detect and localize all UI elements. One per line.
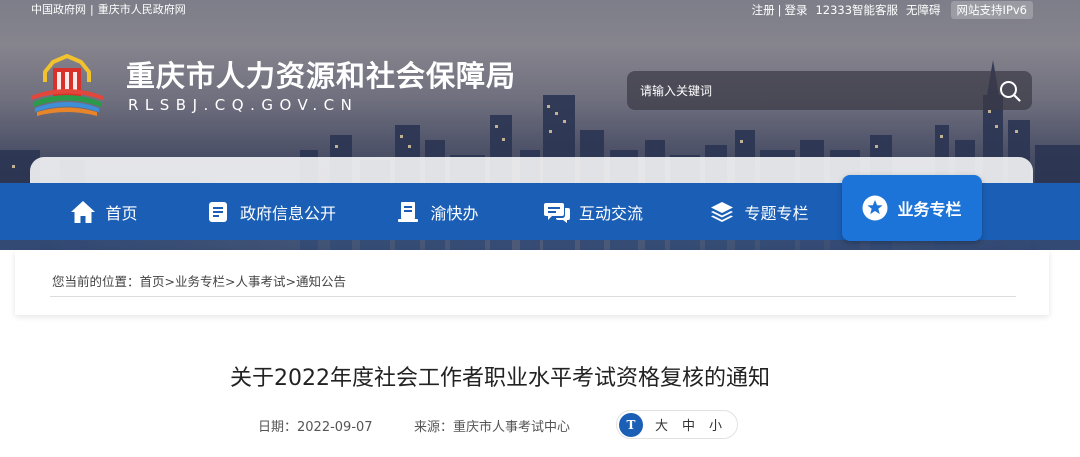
nav-label: 政府信息公开	[239, 203, 336, 223]
layers-icon	[709, 199, 735, 225]
nav-item-home[interactable]: 首页	[30, 183, 178, 240]
register-link[interactable]: 注册	[752, 1, 775, 19]
nav-label: 业务专栏	[897, 200, 962, 219]
search-button[interactable]	[988, 71, 1032, 110]
chat-icon	[543, 199, 570, 225]
star-icon	[862, 195, 888, 221]
font-size-small[interactable]: 小	[709, 415, 722, 434]
site-name: 重庆市人力资源和社会保障局	[126, 59, 517, 93]
divider	[50, 296, 1016, 297]
gov-portal-link[interactable]: 中国政府网	[31, 3, 86, 16]
user-links: 注册 | 登录 12333智能客服 无障碍 网站支持IPv6	[752, 1, 1033, 19]
article-date: 日期：2022-09-07	[258, 420, 373, 435]
nav-item-yukuaiban[interactable]: 渝快办	[363, 183, 511, 240]
breadcrumb-business[interactable]: 业务专栏	[175, 274, 225, 289]
handbook-icon	[395, 199, 421, 225]
home-icon	[70, 199, 96, 225]
smart-service-link[interactable]: 12333智能客服	[815, 1, 898, 19]
city-gov-link[interactable]: 重庆市人民政府网	[98, 3, 186, 16]
login-link[interactable]: 登录	[784, 1, 807, 19]
nav-item-gov-info[interactable]: 政府信息公开	[178, 183, 363, 240]
search-icon	[1000, 80, 1021, 102]
ipv6-badge: 网站支持IPv6	[950, 1, 1033, 19]
site-logo-icon[interactable]	[31, 52, 103, 118]
accessibility-link[interactable]: 无障碍	[906, 1, 941, 19]
font-size-control: T 大 中 小	[616, 410, 738, 439]
breadcrumb: 您当前的位置：首页>业务专栏>人事考试>通知公告	[52, 274, 347, 289]
article-title: 关于2022年度社会工作者职业水平考试资格复核的通知	[230, 366, 770, 391]
search-box	[627, 71, 1032, 110]
breadcrumb-notices[interactable]: 通知公告	[296, 274, 346, 289]
main-nav: 首页 政府信息公开 渝快办 互动交流 专题专栏 业务专栏	[0, 175, 1080, 241]
article-source: 来源：重庆市人事考试中心	[414, 420, 571, 435]
breadcrumb-prefix: 您当前的位置：	[52, 274, 140, 289]
breadcrumb-personnel-exam[interactable]: 人事考试	[236, 274, 286, 289]
nav-label: 渝快办	[430, 203, 479, 223]
search-input[interactable]	[627, 71, 988, 110]
site-domain: RLSBJ.CQ.GOV.CN	[128, 96, 359, 114]
nav-item-special-topics[interactable]: 专题专栏	[676, 183, 842, 240]
font-size-medium[interactable]: 中	[682, 415, 695, 434]
breadcrumb-card: 您当前的位置：首页>业务专栏>人事考试>通知公告	[15, 250, 1049, 315]
nav-label: 互动交流	[578, 203, 643, 223]
document-icon	[205, 199, 231, 225]
nav-label: 专题专栏	[744, 203, 809, 223]
nav-item-interaction[interactable]: 互动交流	[511, 183, 676, 240]
nav-label: 首页	[105, 203, 138, 223]
nav-item-business[interactable]: 业务专栏	[842, 175, 982, 241]
top-links: 中国政府网 | 重庆市人民政府网	[31, 3, 186, 16]
text-size-icon: T	[619, 412, 643, 437]
font-size-large[interactable]: 大	[655, 415, 668, 434]
breadcrumb-home[interactable]: 首页	[140, 274, 165, 289]
